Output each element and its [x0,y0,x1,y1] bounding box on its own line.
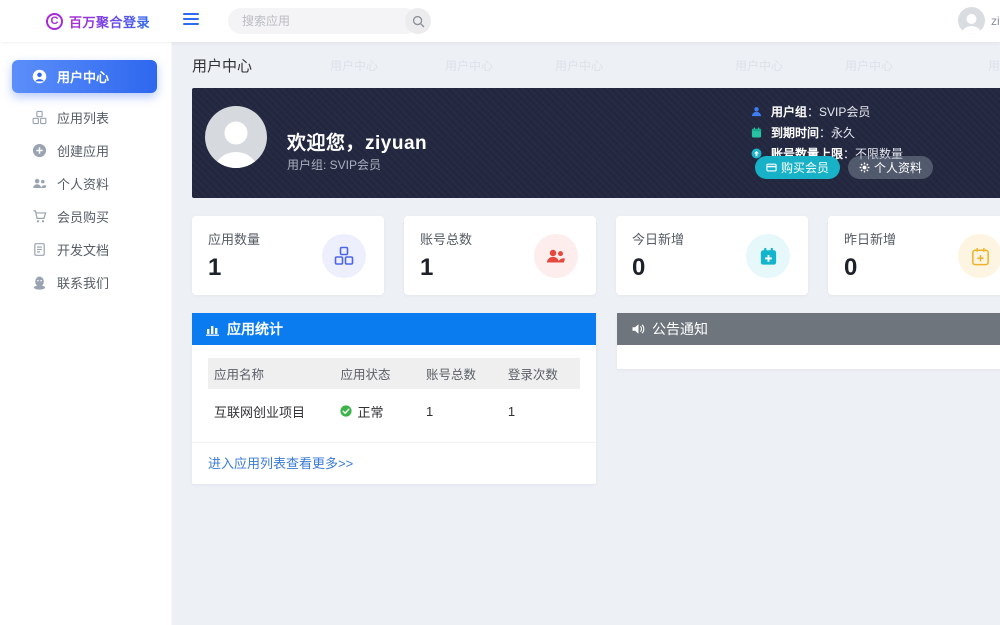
notice-title: 公告通知 [652,321,708,337]
watermark: 用户中心 [445,59,494,73]
search-box [228,8,431,34]
banner-buttons: 购买会员 个人资料 [755,156,934,179]
table-row: 互联网创业项目 正常 1 1 [208,389,580,433]
logo-c-icon: C [46,12,63,30]
welcome-banner: 欢迎您，ziyuan 用户组: SVIP会员 用户组：SVIP会员 到期时间：永… [192,88,1000,198]
sidebar-item-label: 个人资料 [57,176,110,192]
app-logo[interactable]: C 百万聚合登录 [0,0,172,42]
contact-icon [32,275,47,290]
status-ok-icon [340,405,353,417]
welcome-text: 欢迎您，ziyuan [287,133,428,154]
info-row-expiry: 到期时间：永久 [750,122,903,143]
cell-login-count: 1 [507,403,516,419]
stat-cards: 应用数量 1 账号总数 1 今日新增 0 昨日新增 0 [192,216,1000,295]
info-value: 永久 [831,126,856,140]
stat-card-account-total: 账号总数 1 [404,216,596,295]
cell-app-status: 正常 [334,402,420,421]
app-stats-panel: 应用统计 应用名称 应用状态 账号总数 登录次数 互联网创业项目 正常 1 1 … [192,313,596,484]
logo-text: 百万聚合登录 [69,12,150,31]
col-app-name: 应用名称 [214,368,265,382]
watermark: 用户中心 [845,59,894,73]
watermark: 用户中心 [735,59,784,73]
watermark: 用户中心 [555,59,604,73]
main-content: 用户中心 用户中心 用户中心 用户中心 用户中心 用户中心 用户中心 欢迎您，z… [172,42,1000,625]
stat-card-yesterday-new: 昨日新增 0 [828,216,1000,295]
user-circle-icon [32,69,47,84]
col-account-total: 账号总数 [426,368,477,382]
bar-chart-icon [206,323,220,336]
user-avatar[interactable] [958,7,985,34]
cubes-icon [322,234,366,278]
info-label: 到期时间 [771,126,820,140]
sidebar: 用户中心 应用列表 创建应用 个人资料 会员购买 开发文档 联系我们 [0,42,172,625]
sidebar-item-docs[interactable]: 开发文档 [0,233,171,265]
col-app-status: 应用状态 [340,368,391,382]
app-stats-table: 应用名称 应用状态 账号总数 登录次数 互联网创业项目 正常 1 1 [192,345,596,433]
app-stats-title: 应用统计 [227,321,283,337]
profile-button-label: 个人资料 [874,161,923,175]
table-header-row: 应用名称 应用状态 账号总数 登录次数 [208,358,580,389]
navbar-user[interactable]: ziyuan [958,7,1000,34]
calendar-plus-icon [958,234,1000,278]
sidebar-item-app-list[interactable]: 应用列表 [0,101,171,133]
gear-icon [859,162,870,173]
user-icon [750,106,763,117]
stat-card-app-count: 应用数量 1 [192,216,384,295]
panels-row: 应用统计 应用名称 应用状态 账号总数 登录次数 互联网创业项目 正常 1 1 … [192,313,1000,484]
calendar-icon [750,127,763,138]
app-stats-header: 应用统计 [192,313,596,345]
sidebar-item-user-center[interactable]: 用户中心 [12,60,157,93]
sidebar-item-label: 会员购买 [57,209,110,225]
app-stats-footer: 进入应用列表查看更多>> [192,442,596,484]
col-login-count: 登录次数 [507,368,558,382]
menu-toggle-icon[interactable] [183,13,199,27]
notice-header: 公告通知 [617,313,1000,345]
page-header: 用户中心 用户中心 用户中心 用户中心 用户中心 用户中心 用户中心 [192,42,1000,88]
info-value: SVIP会员 [819,105,871,119]
document-icon [32,242,47,257]
card-icon [766,162,777,173]
notice-panel: 公告通知 [617,313,1000,369]
watermark: 用户中心 [988,59,1000,73]
cell-app-name: 互联网创业项目 [214,404,306,420]
status-text: 正常 [357,404,384,420]
calendar-plus-icon [746,234,790,278]
cubes-icon [32,110,47,125]
buy-membership-label: 购买会员 [781,161,830,175]
watermark: 用户中心 [330,59,379,73]
top-navbar: C 百万聚合登录 ziyuan [0,0,1000,42]
banner-avatar [205,106,267,168]
cart-icon [32,209,47,224]
profile-button[interactable]: 个人资料 [848,156,934,179]
navbar-username: ziyuan [991,13,1000,28]
users-icon [534,234,578,278]
search-input[interactable] [228,14,405,28]
plus-circle-icon [32,143,47,158]
sidebar-item-create-app[interactable]: 创建应用 [0,134,171,166]
speaker-icon [631,322,645,336]
info-label: 用户组 [771,105,808,119]
sidebar-item-label: 联系我们 [57,275,110,291]
sidebar-item-label: 开发文档 [57,242,110,258]
sidebar-item-contact[interactable]: 联系我们 [0,266,171,298]
sidebar-item-profile[interactable]: 个人资料 [0,167,171,199]
stat-card-today-new: 今日新增 0 [616,216,808,295]
buy-membership-button[interactable]: 购买会员 [755,156,841,179]
sidebar-item-label: 用户中心 [57,70,110,85]
info-row-user-group: 用户组：SVIP会员 [750,101,903,122]
users-icon [32,176,47,191]
view-more-link[interactable]: 进入应用列表查看更多>> [208,456,353,471]
sidebar-item-label: 创建应用 [57,143,110,159]
sidebar-item-label: 应用列表 [57,110,110,126]
page-title: 用户中心 [192,57,253,75]
search-icon[interactable] [405,8,431,34]
cell-account-total: 1 [426,403,434,419]
banner-info: 用户组：SVIP会员 到期时间：永久 账号数量上限：不限数量 [750,101,903,164]
notice-body [617,345,1000,369]
welcome-subtitle: 用户组: SVIP会员 [287,158,382,172]
sidebar-item-membership[interactable]: 会员购买 [0,200,171,232]
